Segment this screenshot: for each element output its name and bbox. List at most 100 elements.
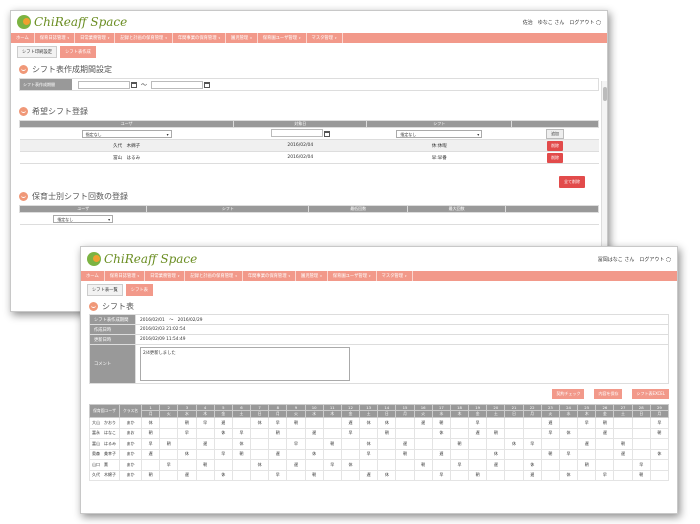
nav-item[interactable]: 保育日誌管理 ▾	[105, 271, 146, 281]
shift-cell[interactable]: 早	[522, 438, 542, 450]
shift-cell[interactable]: 朝	[140, 469, 161, 481]
shift-cell[interactable]: 休	[486, 448, 506, 460]
period-start-input[interactable]	[78, 80, 130, 89]
shift-cell[interactable]: 休	[558, 469, 579, 481]
nav-item[interactable]: ホーム	[81, 271, 105, 281]
shift-cell[interactable]	[449, 469, 470, 481]
shift-cell[interactable]	[522, 417, 542, 429]
shift-cell[interactable]: 早	[631, 459, 651, 471]
shift-cell[interactable]	[504, 417, 524, 429]
shift-cell[interactable]	[159, 469, 179, 481]
shift-cell[interactable]: 休	[377, 469, 397, 481]
shift-cell[interactable]: 早	[177, 427, 197, 439]
shift-cell[interactable]: 早	[140, 438, 161, 450]
shift-cell[interactable]	[395, 427, 415, 439]
shift-cell[interactable]	[649, 469, 670, 481]
shift-cell[interactable]	[540, 459, 560, 471]
shift-cell[interactable]	[195, 469, 215, 481]
nav-item[interactable]: 保育園ユーザ管理 ▾	[328, 271, 377, 281]
shift-cell[interactable]: 遅	[577, 438, 597, 450]
delete-button[interactable]: 削除	[547, 140, 564, 151]
shift-cell[interactable]	[468, 459, 488, 471]
shift-cell[interactable]	[631, 438, 651, 450]
shift-cell[interactable]: 遅	[359, 469, 379, 481]
save-button[interactable]: 内容を保存	[594, 389, 623, 399]
shift-cell[interactable]: 朝	[377, 427, 397, 439]
shift-cell[interactable]: 遅	[540, 417, 560, 429]
shift-cell[interactable]: 早	[195, 417, 215, 429]
shift-cell[interactable]	[631, 417, 651, 429]
shift-cell[interactable]: 遅	[595, 427, 615, 439]
delete-all-button[interactable]: 全て削除	[559, 176, 585, 188]
shift-cell[interactable]	[558, 417, 579, 429]
shift-cell[interactable]	[504, 427, 524, 439]
shift-cell[interactable]	[159, 427, 179, 439]
shift-cell[interactable]: 休	[504, 438, 524, 450]
shift-cell[interactable]	[504, 469, 524, 481]
shift-cell[interactable]	[159, 417, 179, 429]
shift-cell[interactable]: 早	[540, 427, 560, 439]
shift-cell[interactable]: 休	[359, 438, 379, 450]
shift-cell[interactable]: 朝	[268, 427, 288, 439]
nav-item[interactable]: 年間事業の保育管理 ▾	[243, 271, 297, 281]
shift-cell[interactable]: 休	[431, 427, 451, 439]
add-button[interactable]: 追加	[546, 128, 565, 139]
shift-cell[interactable]	[395, 417, 415, 429]
shift-cell[interactable]: 遅	[213, 417, 233, 429]
shift-cell[interactable]	[558, 459, 579, 471]
nav-item[interactable]: 保育日誌管理 ▾	[35, 33, 76, 43]
shift-cell[interactable]	[504, 448, 524, 460]
shift-cell[interactable]	[140, 459, 161, 471]
shift-cell[interactable]	[413, 427, 433, 439]
shift-cell[interactable]: 朝	[449, 438, 470, 450]
shift-cell[interactable]: 朝	[395, 448, 415, 460]
shift-cell[interactable]: 遅	[195, 438, 215, 450]
shift-cell[interactable]	[322, 427, 342, 439]
shift-cell[interactable]: 早	[468, 417, 488, 429]
shift-cell[interactable]: 早	[268, 469, 288, 481]
calendar-icon[interactable]	[131, 81, 137, 88]
shift-cell[interactable]	[213, 459, 233, 471]
shift-cell[interactable]: 朝	[649, 427, 670, 439]
nav-item[interactable]: 日常業務管理 ▾	[145, 271, 186, 281]
shift-cell[interactable]	[449, 448, 470, 460]
shift-cell[interactable]	[486, 417, 506, 429]
shift-cell[interactable]: 遅	[340, 417, 361, 429]
shift-cell[interactable]	[577, 427, 597, 439]
shift-cell[interactable]	[395, 469, 415, 481]
app-logo[interactable]: ChiReaff Space	[17, 15, 127, 29]
shift-cell[interactable]: 早	[286, 438, 306, 450]
shift-cell[interactable]	[468, 438, 488, 450]
shift-cell[interactable]	[195, 427, 215, 439]
shift-cell[interactable]	[504, 459, 524, 471]
shift-cell[interactable]: 朝	[177, 417, 197, 429]
shift-cell[interactable]: 遅	[286, 459, 306, 471]
shift-cell[interactable]	[359, 459, 379, 471]
shift-cell[interactable]	[250, 427, 270, 439]
shift-cell[interactable]	[649, 438, 670, 450]
shift-cell[interactable]: 早	[359, 448, 379, 460]
shift-cell[interactable]	[340, 438, 361, 450]
shift-cell[interactable]	[195, 448, 215, 460]
shift-cell[interactable]: 早	[213, 448, 233, 460]
shift-select[interactable]: 指定なし	[396, 129, 483, 138]
shift-cell[interactable]: 朝	[159, 438, 179, 450]
calendar-icon[interactable]	[323, 130, 330, 137]
shift-cell[interactable]: 朝	[304, 469, 324, 481]
nav-item[interactable]: マスタ管理 ▾	[307, 33, 343, 43]
shift-cell[interactable]	[340, 469, 361, 481]
shift-cell[interactable]: 朝	[486, 427, 506, 439]
nav-item[interactable]: 日常業務管理 ▾	[75, 33, 116, 43]
shift-cell[interactable]: 遅	[522, 469, 542, 481]
shift-cell[interactable]	[486, 438, 506, 450]
shift-cell[interactable]	[540, 469, 560, 481]
shift-cell[interactable]: 早	[449, 459, 470, 471]
shift-cell[interactable]	[413, 438, 433, 450]
shift-cell[interactable]: 遅	[304, 427, 324, 439]
shift-cell[interactable]: 朝	[595, 417, 615, 429]
shift-cell[interactable]	[577, 469, 597, 481]
shift-cell[interactable]	[577, 448, 597, 460]
logout-link[interactable]: ログアウト	[639, 256, 671, 263]
shift-cell[interactable]	[558, 438, 579, 450]
shift-cell[interactable]: 朝	[468, 469, 488, 481]
